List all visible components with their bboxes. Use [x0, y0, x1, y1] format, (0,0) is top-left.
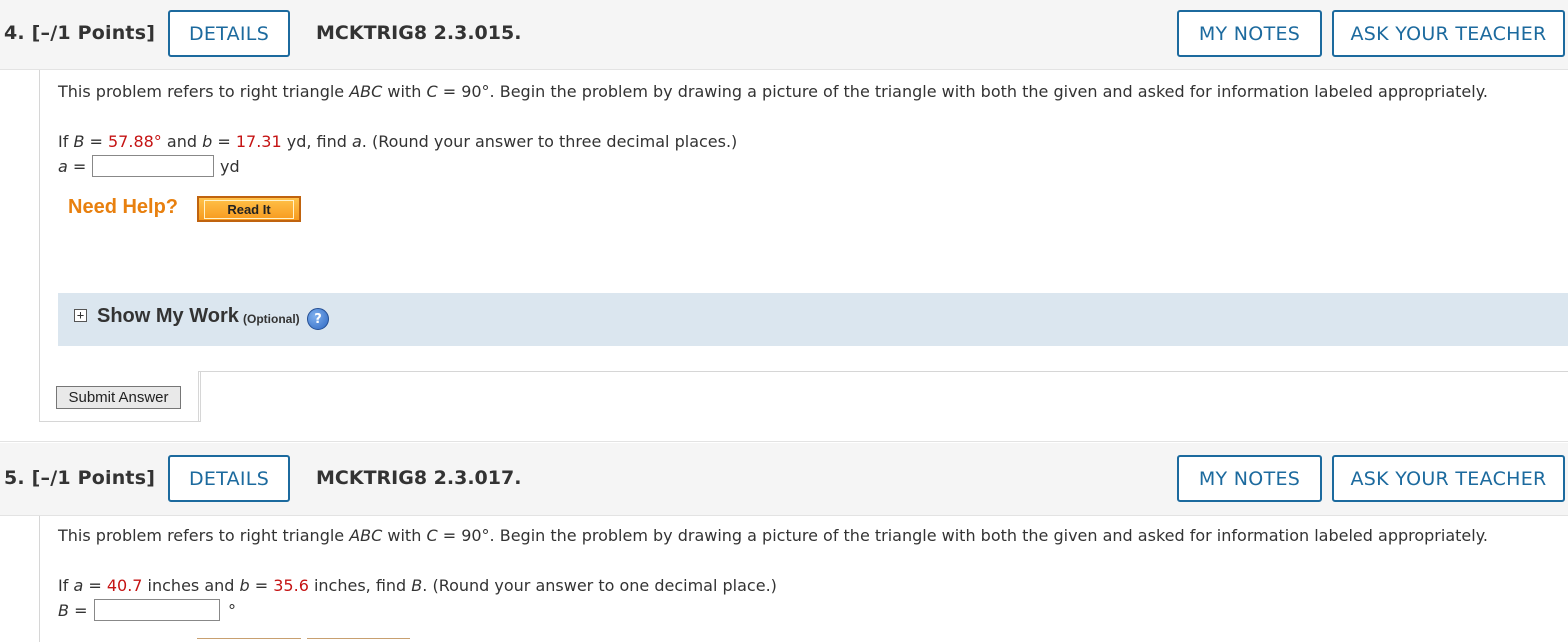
need-help-button-partial[interactable] [307, 638, 410, 643]
question-5-code: MCKTRIG8 2.3.017. [316, 467, 522, 489]
given-value-b: 35.6 [273, 576, 309, 595]
ask-teacher-button[interactable]: ASK YOUR TEACHER [1332, 455, 1565, 502]
divider [198, 371, 199, 421]
answer-input-a[interactable] [92, 155, 214, 177]
my-notes-button[interactable]: MY NOTES [1177, 10, 1322, 57]
need-help-button-partial[interactable] [197, 638, 301, 643]
question-separator [0, 441, 1568, 442]
answer-input-B[interactable] [94, 599, 220, 621]
answer-unit-yd: yd [220, 156, 240, 176]
question-5-given: If a = 40.7 inches and b = 35.6 inches, … [58, 576, 777, 595]
question-4-header: 4. [–/1 Points] DETAILS MCKTRIG8 2.3.015… [0, 0, 1568, 70]
question-4-intro: This problem refers to right triangle AB… [58, 82, 1488, 101]
question-4-points: 4. [–/1 Points] [4, 22, 156, 44]
show-my-work-label[interactable]: Show My Work [97, 305, 239, 328]
question-5-points: 5. [–/1 Points] [4, 467, 156, 489]
answer-unit-degree: ° [228, 600, 236, 620]
question-5-intro: This problem refers to right triangle AB… [58, 526, 1488, 545]
answer-label-a: a = [58, 156, 87, 176]
need-help-label: Need Help? [68, 196, 179, 218]
ask-teacher-button[interactable]: ASK YOUR TEACHER [1332, 10, 1565, 57]
question-4-body [39, 70, 1568, 421]
show-my-work-panel[interactable]: + Show My Work (Optional) ? [58, 293, 1568, 346]
help-question-icon[interactable]: ? [307, 308, 329, 330]
optional-label: (Optional) [243, 312, 300, 326]
answer-label-B: B = [58, 600, 88, 620]
given-value-b: 17.31 [235, 132, 282, 151]
given-value-B: 57.88° [108, 132, 162, 151]
details-button[interactable]: DETAILS [168, 10, 290, 57]
question-5-answer-row: B = ° [58, 599, 236, 621]
question-4-given: If B = 57.88° and b = 17.31 yd, find a. … [58, 132, 738, 151]
details-button[interactable]: DETAILS [168, 455, 290, 502]
question-4-code: MCKTRIG8 2.3.015. [316, 22, 522, 44]
submit-answer-button[interactable]: Submit Answer [56, 386, 181, 409]
given-value-a: 40.7 [106, 576, 143, 595]
question-4-answer-row: a = yd [58, 155, 240, 177]
question-5-header: 5. [–/1 Points] DETAILS MCKTRIG8 2.3.017… [0, 443, 1568, 516]
read-it-button[interactable]: Read It [197, 196, 301, 222]
my-notes-button[interactable]: MY NOTES [1177, 455, 1322, 502]
expand-plus-icon[interactable]: + [74, 309, 87, 322]
divider [198, 371, 1568, 372]
